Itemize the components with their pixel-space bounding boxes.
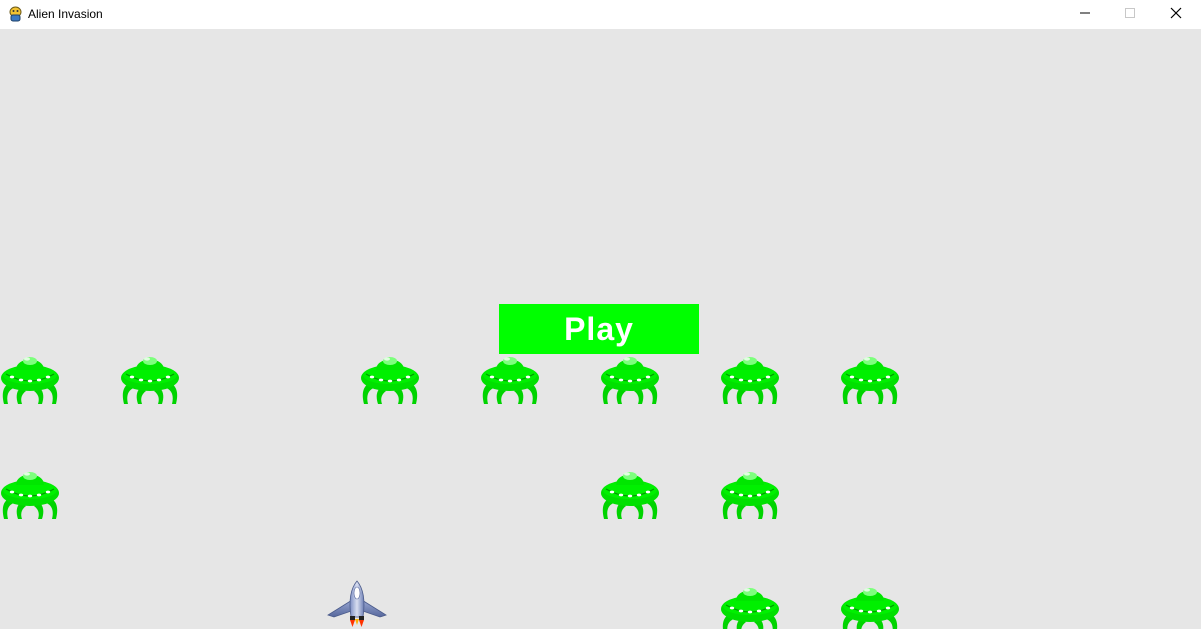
- alien-icon: [0, 356, 60, 405]
- alien-icon: [0, 471, 60, 520]
- alien-icon: [840, 356, 900, 405]
- maximize-button[interactable]: [1107, 0, 1153, 29]
- alien-icon: [720, 587, 780, 629]
- close-icon: [1170, 6, 1182, 24]
- close-button[interactable]: [1153, 0, 1199, 29]
- alien-icon: [720, 356, 780, 405]
- alien-icon: [720, 471, 780, 520]
- game-area[interactable]: Play: [0, 29, 1201, 629]
- window-title: Alien Invasion: [28, 7, 103, 21]
- rocket-ship-icon: [327, 580, 387, 627]
- alien-icon: [480, 356, 540, 405]
- pygame-snake-icon: [8, 6, 23, 22]
- maximize-icon: [1124, 6, 1136, 24]
- title-bar: Alien Invasion: [0, 0, 1201, 29]
- minimize-button[interactable]: [1062, 0, 1108, 29]
- alien-icon: [600, 471, 660, 520]
- game-window: Alien Invasion Play: [0, 0, 1201, 629]
- minimize-icon: [1079, 6, 1091, 24]
- alien-icon: [840, 587, 900, 629]
- alien-icon: [600, 356, 660, 405]
- alien-icon: [360, 356, 420, 405]
- alien-icon: [120, 356, 180, 405]
- play-button[interactable]: Play: [499, 304, 699, 354]
